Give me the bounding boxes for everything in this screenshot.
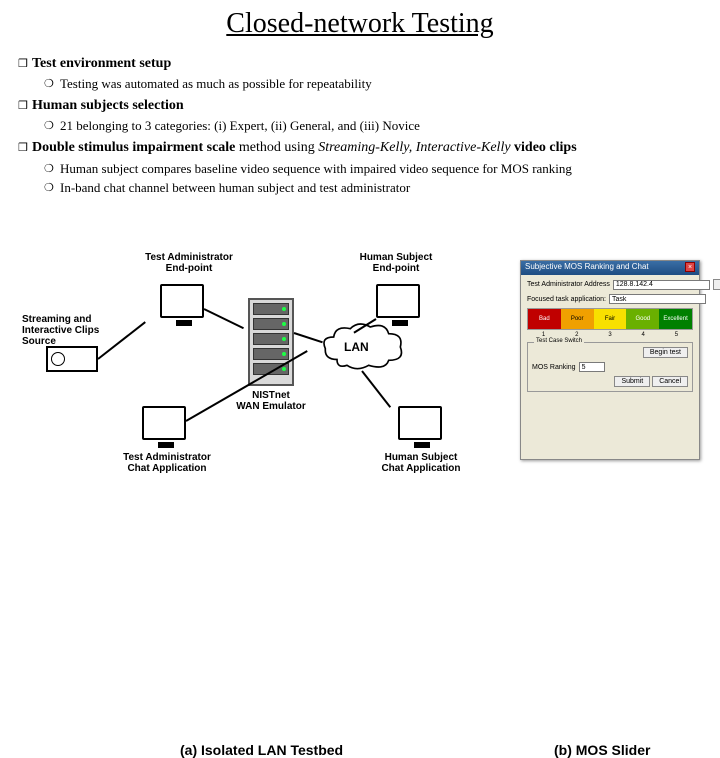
admin-monitor-icon [160,284,204,318]
bullet-3-1: ❍ Human subject compares baseline video … [44,160,702,179]
connector-line [294,332,323,343]
rank-label: MOS Ranking [532,364,576,371]
num-4: 4 [627,332,660,338]
scale-bad: Bad [528,309,561,329]
lan-cloud-icon: LAN [320,322,404,372]
caption-b: (b) MOS Slider [554,742,650,758]
label-subject-endpoint: Human Subject End-point [346,252,446,274]
label-clip-source: Streaming and Interactive Clips Source [22,314,132,347]
circle-bullet-icon: ❍ [44,75,60,94]
square-bullet-icon: ❒ [18,138,32,158]
scale-poor: Poor [561,309,594,329]
bullet-2-1-text: 21 belonging to 3 categories: (i) Expert… [60,117,702,136]
square-bullet-icon: ❒ [18,54,32,74]
begin-test-button[interactable]: Begin test [643,347,688,358]
bullet-2-1: ❍ 21 belonging to 3 categories: (i) Expe… [44,117,702,136]
connect-button[interactable]: Connect [713,279,720,290]
bullet-list: ❒ Test environment setup ❍ Testing was a… [18,54,702,198]
connector-line [361,370,391,407]
scale-fair: Fair [594,309,627,329]
num-3: 3 [593,332,626,338]
b3-bold2: video clips [511,140,577,155]
label-admin-chat: Test Administrator Chat Application [112,452,222,474]
close-icon[interactable]: × [685,262,695,272]
figure-b-mos-slider: Subjective MOS Ranking and Chat × Test A… [520,260,700,470]
mos-window-title: Subjective MOS Ranking and Chat [525,262,649,274]
group-legend: Test Case Switch [534,338,584,344]
task-input[interactable] [609,294,706,304]
figure-a-testbed: Test Administrator End-point Human Subje… [30,250,500,480]
test-case-group: Test Case Switch Begin test MOS Ranking … [527,342,693,392]
scale-excellent: Excellent [659,309,692,329]
b3-bold1: Double stimulus impairment scale [32,140,235,155]
scale-good: Good [626,309,659,329]
connector-line [204,308,244,329]
b3-italic: Streaming-Kelly, Interactive-Kelly [318,140,510,155]
mos-titlebar: Subjective MOS Ranking and Chat × [521,261,699,275]
bullet-2-text: Human subjects selection [32,96,702,116]
bullet-3-2-text: In-band chat channel between human subje… [60,179,702,198]
bullet-3-text: Double stimulus impairment scale method … [32,138,702,158]
square-bullet-icon: ❒ [18,96,32,116]
bullet-1-1: ❍ Testing was automated as much as possi… [44,75,702,94]
admin-chat-monitor-icon [142,406,186,440]
caption-a: (a) Isolated LAN Testbed [180,742,343,758]
slide-title: Closed-network Testing [18,8,702,40]
submit-button[interactable]: Submit [614,376,650,387]
bullet-3: ❒ Double stimulus impairment scale metho… [18,138,702,158]
mos-window: Subjective MOS Ranking and Chat × Test A… [520,260,700,460]
circle-bullet-icon: ❍ [44,117,60,136]
cancel-button[interactable]: Cancel [652,376,688,387]
rank-input[interactable] [579,362,605,372]
subject-chat-monitor-icon [398,406,442,440]
mos-scale[interactable]: Bad Poor Fair Good Excellent [527,308,693,330]
label-lan: LAN [344,340,369,354]
bullet-1-1-text: Testing was automated as much as possibl… [60,75,702,94]
label-subject-chat: Human Subject Chat Application [366,452,476,474]
bullet-1-text: Test environment setup [32,54,702,74]
label-wan-emulator: NISTnet WAN Emulator [236,390,306,412]
b3-plain: method using [235,140,318,155]
bullet-2: ❒ Human subjects selection [18,96,702,116]
bullet-1: ❒ Test environment setup [18,54,702,74]
circle-bullet-icon: ❍ [44,160,60,179]
label-admin-endpoint: Test Administrator End-point [134,252,244,274]
bullet-3-2: ❍ In-band chat channel between human sub… [44,179,702,198]
bullet-3-1-text: Human subject compares baseline video se… [60,160,702,179]
addr-input[interactable] [613,280,710,290]
num-5: 5 [660,332,693,338]
subject-monitor-icon [376,284,420,318]
circle-bullet-icon: ❍ [44,179,60,198]
task-label: Focused task application: [527,296,606,303]
addr-label: Test Administrator Address [527,281,610,288]
clip-source-icon [46,346,98,372]
